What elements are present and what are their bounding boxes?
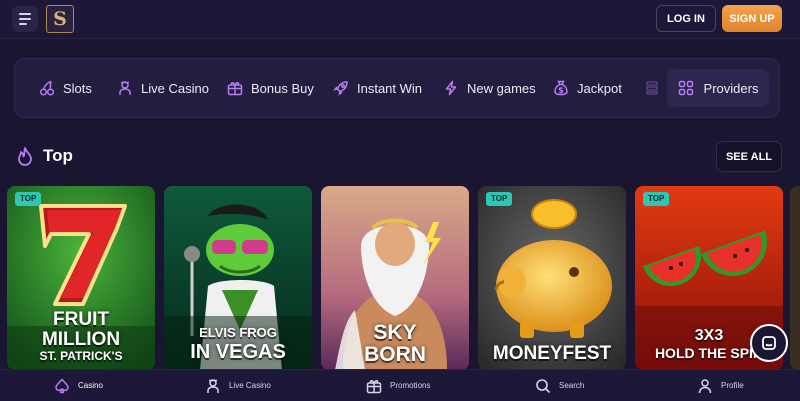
- login-button[interactable]: LOG IN: [656, 5, 716, 32]
- game-tile-fruit-million[interactable]: TOP FRUIT MILLION ST. PATRICK'S: [7, 186, 155, 370]
- game-tile-sky-born[interactable]: SKY BORN: [321, 186, 469, 370]
- user-icon: [698, 378, 712, 393]
- category-nav: Slots Live Casino Bonus Buy Instant Win …: [14, 58, 780, 118]
- rocket-icon: [333, 81, 348, 96]
- category-live-casino[interactable]: Live Casino: [117, 59, 209, 117]
- partial-game-tile[interactable]: [790, 186, 800, 370]
- category-instant-win[interactable]: Instant Win: [333, 59, 422, 117]
- game-title: BORN: [364, 343, 426, 366]
- lightning-icon: [445, 80, 457, 96]
- game-title: SKY: [373, 321, 417, 344]
- faded-category-icon: [646, 81, 658, 95]
- grid-icon: [678, 80, 693, 96]
- top-badge: TOP: [15, 192, 42, 206]
- top-header: S LOG IN SIGN UP: [0, 0, 800, 39]
- dealer-icon: [207, 378, 219, 393]
- bottom-nav-casino[interactable]: Casino: [54, 370, 103, 401]
- gift-icon: [366, 379, 382, 393]
- cherries-icon: [39, 80, 55, 96]
- dealer-icon: [119, 81, 131, 95]
- bottom-nav-promotions[interactable]: Promotions: [366, 370, 430, 401]
- search-icon: [536, 378, 551, 393]
- top-badge: TOP: [643, 192, 670, 206]
- category-new-games[interactable]: New games: [443, 59, 536, 117]
- category-bonus-buy[interactable]: Bonus Buy: [227, 59, 314, 117]
- chat-button[interactable]: [750, 324, 788, 362]
- category-jackpot[interactable]: Jackpot: [553, 59, 622, 117]
- see-all-button[interactable]: SEE ALL: [716, 141, 782, 172]
- section-title: Top: [43, 146, 73, 165]
- site-logo[interactable]: S: [46, 5, 74, 33]
- category-slots[interactable]: Slots: [39, 59, 92, 117]
- bottom-nav: Casino Live Casino Promotions Search Pro…: [0, 369, 800, 401]
- game-subtitle: ST. PATRICK'S: [39, 349, 123, 363]
- hamburger-icon: [19, 13, 31, 15]
- chat-icon: [762, 336, 776, 350]
- game-title: MONEYFEST: [492, 343, 612, 364]
- spade-icon: [55, 378, 69, 393]
- bottom-nav-search[interactable]: Search: [535, 370, 584, 401]
- game-tile-moneyfest[interactable]: TOP MONEYFEST: [478, 186, 626, 370]
- flame-icon: [18, 147, 32, 166]
- category-providers[interactable]: Providers: [667, 69, 769, 107]
- game-title: IN VEGAS: [190, 341, 286, 363]
- signup-button[interactable]: SIGN UP: [722, 5, 782, 32]
- gift-box-icon: [227, 82, 243, 96]
- game-title: FRUIT: [53, 309, 109, 330]
- menu-button[interactable]: [12, 6, 38, 32]
- game-title: MILLION: [41, 329, 121, 350]
- bottom-nav-live-casino[interactable]: Live Casino: [205, 370, 271, 401]
- top-badge: TOP: [486, 192, 513, 206]
- money-bag-icon: [554, 80, 568, 96]
- game-tile-elvis-frog[interactable]: ELVIS FROG IN VEGAS: [164, 186, 312, 370]
- bottom-nav-profile[interactable]: Profile: [697, 370, 744, 401]
- game-title: ELVIS FROG: [199, 325, 277, 340]
